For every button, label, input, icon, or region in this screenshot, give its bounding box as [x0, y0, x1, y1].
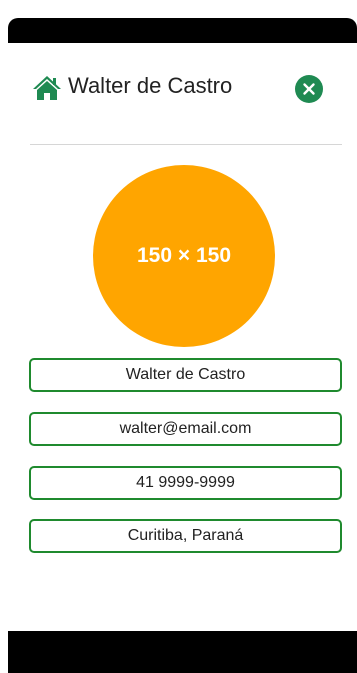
profile-screen: Walter de Castro 150 × 150 Walter de Cas… [8, 43, 357, 631]
close-icon [303, 83, 315, 95]
header: Walter de Castro [32, 71, 324, 107]
avatar: 150 × 150 [93, 165, 275, 347]
avatar-placeholder-text: 150 × 150 [136, 244, 231, 267]
phone-field[interactable]: 41 9999-9999 [29, 466, 342, 500]
location-field[interactable]: Curitiba, Paraná [29, 519, 342, 553]
email-field[interactable]: walter@email.com [29, 412, 342, 446]
close-button[interactable] [295, 75, 323, 103]
divider [30, 144, 342, 145]
page-title: Walter de Castro [68, 73, 233, 98]
name-field[interactable]: Walter de Castro [29, 358, 342, 392]
home-icon[interactable] [32, 75, 62, 101]
